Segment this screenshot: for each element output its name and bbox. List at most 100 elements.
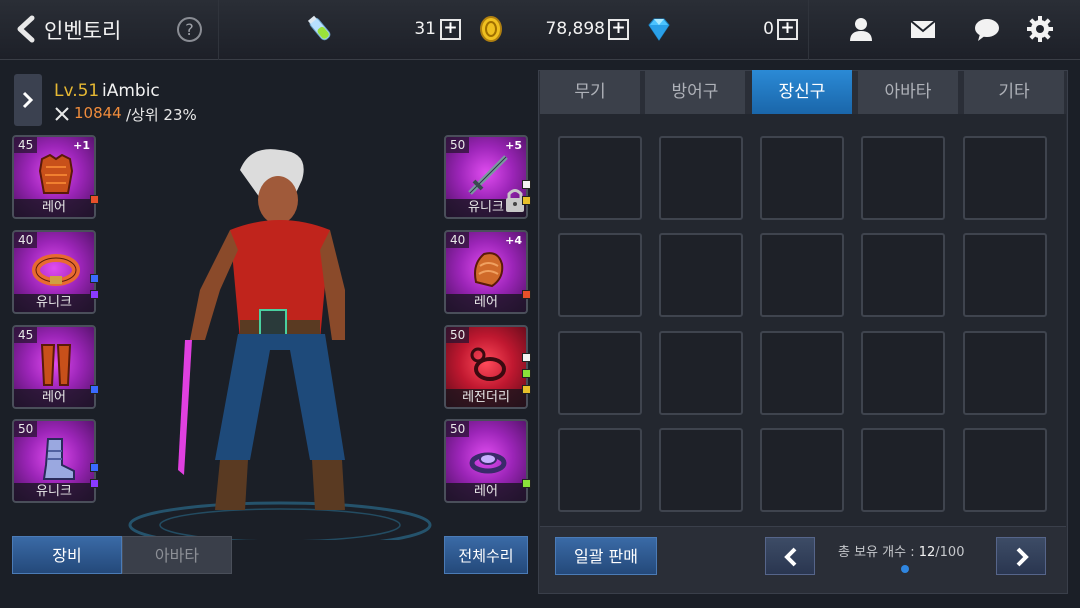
character-model bbox=[128, 149, 432, 540]
slot-level: 50 bbox=[14, 421, 38, 437]
inventory-slot[interactable] bbox=[558, 233, 642, 317]
avatar-tab-button[interactable]: 아바타 bbox=[122, 536, 232, 574]
inventory-slot[interactable] bbox=[760, 331, 844, 415]
leg-armor-icon bbox=[40, 344, 72, 386]
stamina-value: 31 bbox=[414, 19, 436, 39]
inventory-slot[interactable] bbox=[963, 428, 1047, 512]
tab-etc[interactable]: 기타 bbox=[964, 70, 1064, 114]
divider bbox=[218, 0, 219, 60]
stamina-potion-icon bbox=[307, 15, 331, 41]
equip-tab-button[interactable]: 장비 bbox=[12, 536, 122, 574]
friends-icon[interactable] bbox=[846, 14, 876, 44]
slot-enhance: +4 bbox=[505, 234, 522, 247]
inventory-slot[interactable] bbox=[963, 331, 1047, 415]
diamond-value: 0 bbox=[763, 19, 774, 39]
gem-socket bbox=[90, 195, 99, 204]
inventory-slot[interactable] bbox=[861, 233, 945, 317]
add-stamina-button[interactable]: + bbox=[440, 19, 461, 40]
tab-armor[interactable]: 방어구 bbox=[645, 70, 745, 114]
next-page-button[interactable] bbox=[996, 537, 1046, 575]
add-diamond-button[interactable]: + bbox=[777, 19, 798, 40]
slot-enhance: +1 bbox=[73, 139, 90, 152]
help-button[interactable]: ? bbox=[177, 17, 202, 42]
slot-enhance: +5 bbox=[505, 139, 522, 152]
slot-grade: 레어 bbox=[446, 294, 526, 312]
mail-icon[interactable] bbox=[908, 14, 938, 44]
inventory-slot[interactable] bbox=[659, 233, 743, 317]
necklace-icon bbox=[470, 347, 506, 381]
inventory-slot[interactable] bbox=[558, 136, 642, 220]
equip-slot-weapon[interactable]: 50 +5 유니크 bbox=[444, 135, 528, 219]
item-count: 총 보유 개수 : 12/100 bbox=[838, 541, 964, 560]
inventory-slot[interactable] bbox=[861, 428, 945, 512]
equip-slot-necklace[interactable]: 50 레전더리 bbox=[444, 325, 528, 409]
gem-socket bbox=[522, 479, 531, 488]
equip-slot-chest[interactable]: 45 +1 레어 bbox=[12, 135, 96, 219]
power-rank: /상위 23% bbox=[126, 106, 197, 124]
item-count-current: 12 bbox=[918, 545, 936, 560]
character-select-button[interactable] bbox=[14, 74, 42, 126]
inventory-slot[interactable] bbox=[659, 428, 743, 512]
inventory-slot[interactable] bbox=[558, 331, 642, 415]
character-name: iAmbic bbox=[102, 81, 160, 101]
belt-icon bbox=[32, 254, 80, 286]
gold-coin-icon bbox=[480, 16, 502, 42]
inventory-slot[interactable] bbox=[861, 136, 945, 220]
inventory-grid bbox=[540, 114, 1066, 526]
chat-icon[interactable] bbox=[972, 14, 1002, 44]
chevron-left-icon bbox=[784, 547, 797, 567]
inventory-slot[interactable] bbox=[963, 136, 1047, 220]
diamond-gem-icon bbox=[648, 18, 670, 41]
gem-socket bbox=[522, 196, 531, 205]
inventory-slot[interactable] bbox=[963, 233, 1047, 317]
gold-value: 78,898 bbox=[545, 19, 605, 39]
settings-icon[interactable] bbox=[1025, 14, 1055, 44]
inventory-slot[interactable] bbox=[760, 136, 844, 220]
inventory-slot[interactable] bbox=[659, 136, 743, 220]
add-gold-button[interactable]: + bbox=[608, 19, 629, 40]
prev-page-button[interactable] bbox=[765, 537, 815, 575]
inventory-slot[interactable] bbox=[861, 331, 945, 415]
inventory-slot[interactable] bbox=[558, 428, 642, 512]
gem-socket bbox=[90, 463, 99, 472]
gem-socket bbox=[522, 290, 531, 299]
inventory-slot[interactable] bbox=[760, 233, 844, 317]
tab-accessory[interactable]: 장신구 bbox=[752, 70, 852, 114]
equip-slot-belt[interactable]: 40 유니크 bbox=[12, 230, 96, 314]
gem-socket bbox=[522, 353, 531, 362]
gem-socket bbox=[90, 290, 99, 299]
combat-power: 10844 bbox=[74, 104, 122, 122]
bulk-sell-button[interactable]: 일괄 판매 bbox=[555, 537, 657, 575]
equip-slot-legs[interactable]: 45 레어 bbox=[12, 325, 96, 409]
back-arrow-icon[interactable] bbox=[14, 14, 38, 44]
ring-icon bbox=[469, 452, 507, 474]
tab-avatar[interactable]: 아바타 bbox=[858, 70, 958, 114]
inventory-slot[interactable] bbox=[659, 331, 743, 415]
boots-icon bbox=[42, 438, 75, 480]
slot-grade: 유니크 bbox=[14, 483, 94, 501]
slot-level: 45 bbox=[14, 327, 38, 343]
slot-grade: 레어 bbox=[14, 389, 94, 407]
armor-chest-icon bbox=[38, 153, 74, 194]
gem-socket bbox=[90, 385, 99, 394]
slot-level: 50 bbox=[446, 421, 470, 437]
divider bbox=[540, 526, 1066, 527]
slot-level: 40 bbox=[14, 232, 38, 248]
tab-weapon[interactable]: 무기 bbox=[540, 70, 640, 114]
gem-socket bbox=[90, 479, 99, 488]
repair-all-button[interactable]: 전체수리 bbox=[444, 536, 528, 574]
gem-socket bbox=[522, 180, 531, 189]
slot-grade: 레어 bbox=[14, 199, 94, 217]
slot-grade: 레전더리 bbox=[446, 389, 526, 407]
top-bar: 인벤토리 ? 31 + 78,898 + 0 + bbox=[0, 0, 1080, 60]
crossed-swords-icon bbox=[55, 107, 69, 121]
item-count-label: 총 보유 개수 : bbox=[838, 545, 919, 560]
gem-socket bbox=[90, 274, 99, 283]
equip-slot-boots[interactable]: 50 유니크 bbox=[12, 419, 96, 503]
slot-level: 40 bbox=[446, 232, 470, 248]
inventory-slot[interactable] bbox=[760, 428, 844, 512]
slot-level: 50 bbox=[446, 137, 470, 153]
equip-slot-gloves[interactable]: 40 +4 레어 bbox=[444, 230, 528, 314]
equip-slot-ring[interactable]: 50 레어 bbox=[444, 419, 528, 503]
item-count-max: /100 bbox=[935, 545, 965, 560]
